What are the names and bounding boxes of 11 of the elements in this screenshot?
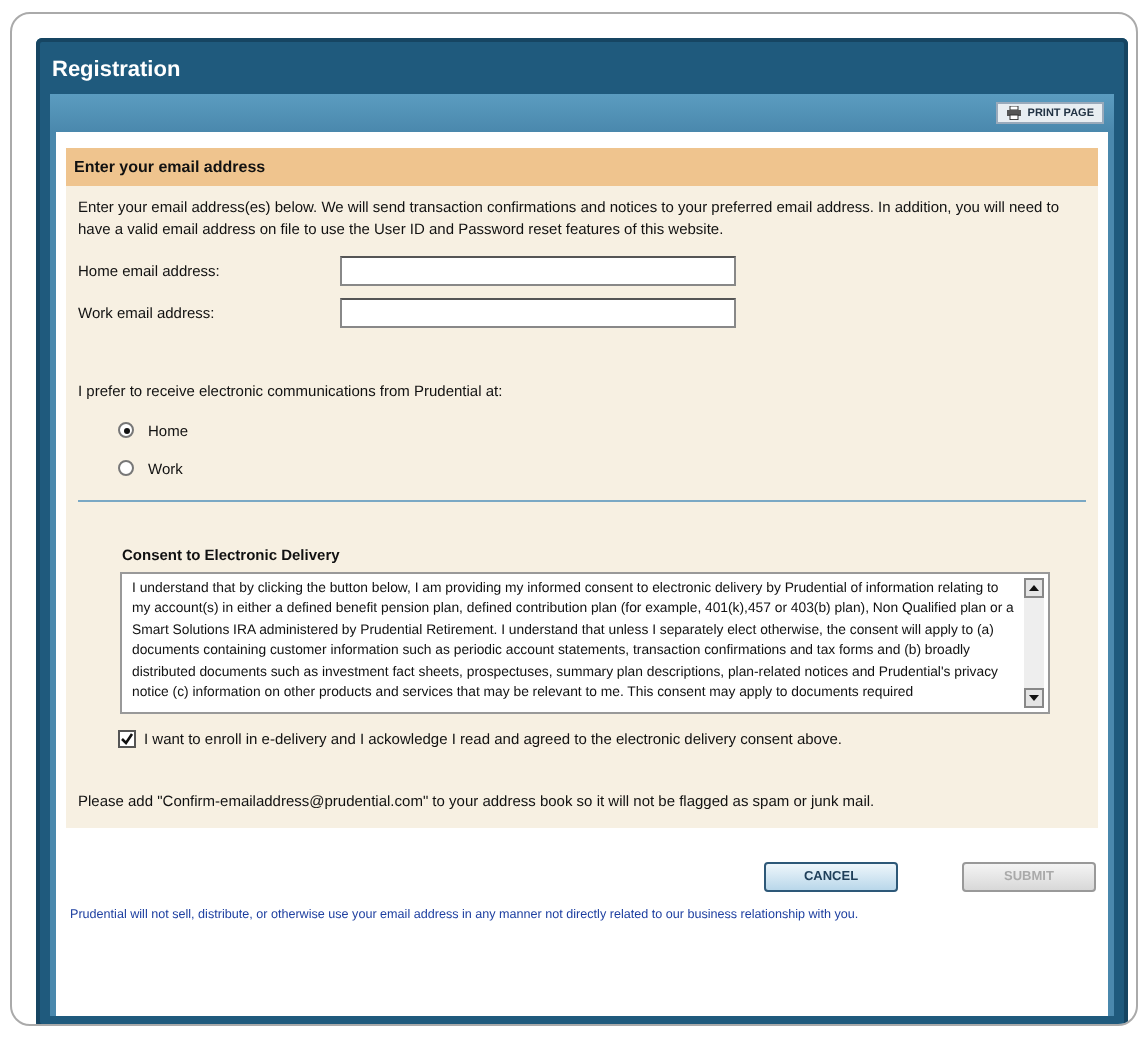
printer-icon [1005, 106, 1022, 120]
section-heading: Enter your email address [66, 148, 1098, 186]
window-title: Registration [50, 56, 183, 86]
agree-checkbox[interactable] [118, 729, 136, 747]
email-field[interactable] [340, 298, 736, 328]
scroll-up-icon[interactable] [1024, 577, 1044, 597]
radio-button[interactable] [118, 422, 134, 438]
scroll-down-icon[interactable] [1024, 687, 1044, 707]
email-field[interactable] [340, 256, 736, 286]
scroll-bar[interactable] [1024, 577, 1044, 707]
radio-button[interactable] [118, 460, 134, 476]
